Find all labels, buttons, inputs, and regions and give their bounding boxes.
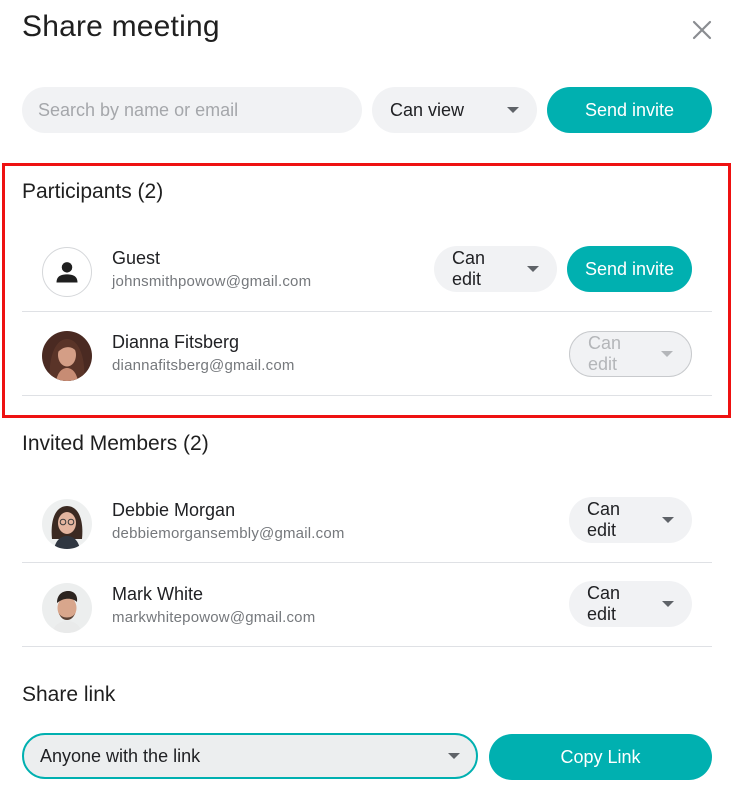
participant-permission-value: Can edit xyxy=(588,333,622,374)
search-input[interactable] xyxy=(22,87,362,133)
chevron-down-icon xyxy=(527,266,539,272)
link-access-value: Anyone with the link xyxy=(40,745,201,766)
chevron-down-icon xyxy=(662,601,674,607)
member-email: debbiemorgansembly@gmail.com xyxy=(112,525,345,542)
participant-send-invite-button[interactable]: Send invite xyxy=(567,246,692,292)
participant-row-guest: Guest johnsmithpowow@gmail.com Can edit … xyxy=(22,230,712,314)
invited-row-mark: Mark White markwhitepowow@gmail.com Can … xyxy=(22,566,712,650)
invited-members-heading: Invited Members (2) xyxy=(22,432,209,455)
dialog-title: Share meeting xyxy=(22,10,220,43)
row-divider xyxy=(22,562,712,563)
participant-email: diannafitsberg@gmail.com xyxy=(112,357,295,374)
avatar xyxy=(42,331,92,381)
participant-permission-value: Can edit xyxy=(452,248,486,289)
chevron-down-icon xyxy=(448,753,460,759)
link-access-select[interactable]: Anyone with the link xyxy=(22,733,478,779)
chevron-down-icon xyxy=(661,351,673,357)
share-link-heading: Share link xyxy=(22,683,116,706)
participant-email: johnsmithpowow@gmail.com xyxy=(112,273,312,290)
participant-name: Guest xyxy=(112,248,161,268)
participants-heading: Participants (2) xyxy=(22,180,164,203)
member-email: markwhitepowow@gmail.com xyxy=(112,609,316,626)
close-icon[interactable] xyxy=(690,18,714,42)
avatar xyxy=(42,499,92,549)
chevron-down-icon xyxy=(662,517,674,523)
row-divider xyxy=(22,395,712,396)
send-invite-button[interactable]: Send invite xyxy=(547,87,712,133)
member-permission-value: Can edit xyxy=(587,583,621,624)
member-name: Mark White xyxy=(112,584,204,604)
member-permission-select[interactable]: Can edit xyxy=(569,497,692,543)
invite-permission-select[interactable]: Can view xyxy=(372,87,537,133)
member-name: Debbie Morgan xyxy=(112,500,236,520)
chevron-down-icon xyxy=(507,107,519,113)
participant-name: Dianna Fitsberg xyxy=(112,332,240,352)
copy-link-button[interactable]: Copy Link xyxy=(489,734,712,780)
participant-permission-select[interactable]: Can edit xyxy=(434,246,557,292)
row-divider xyxy=(22,646,712,647)
invited-row-debbie: Debbie Morgan debbiemorgansembly@gmail.c… xyxy=(22,482,712,566)
participant-permission-select-disabled: Can edit xyxy=(569,331,692,377)
member-permission-select[interactable]: Can edit xyxy=(569,581,692,627)
person-icon xyxy=(42,247,92,297)
invite-permission-value: Can view xyxy=(390,99,465,120)
member-permission-value: Can edit xyxy=(587,499,621,540)
avatar xyxy=(42,583,92,633)
row-divider xyxy=(22,311,712,312)
participant-row-dianna: Dianna Fitsberg diannafitsberg@gmail.com… xyxy=(22,314,712,398)
